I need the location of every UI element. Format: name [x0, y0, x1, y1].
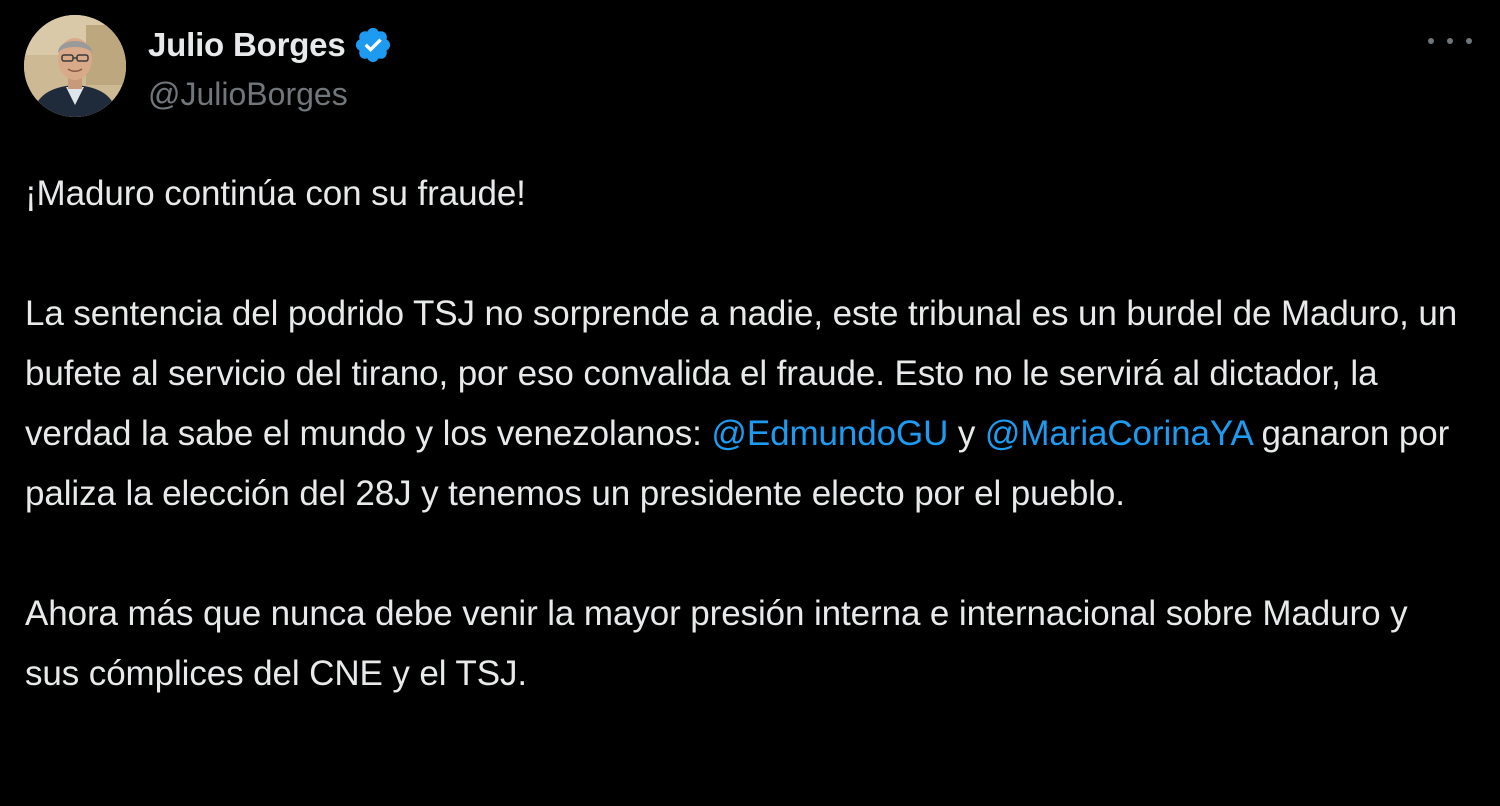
- author-name-row: Julio Borges: [148, 22, 393, 68]
- avatar[interactable]: [24, 15, 126, 117]
- avatar-image: [24, 15, 126, 117]
- tweet-text: ¡Maduro continúa con su fraude! La sente…: [25, 164, 1465, 704]
- mention-link-mariacorinaya[interactable]: @MariaCorinaYA: [985, 414, 1252, 453]
- more-options-icon[interactable]: [1428, 26, 1472, 56]
- author-display-name[interactable]: Julio Borges: [148, 26, 346, 64]
- tweet-paragraph-3: Ahora más que nunca debe venir la mayor …: [25, 594, 1408, 693]
- tweet-paragraph-1: ¡Maduro continúa con su fraude!: [25, 174, 526, 213]
- tweet-text-segment: y: [948, 414, 985, 453]
- tweet-card: Julio Borges @JulioBorges ¡Maduro contin…: [0, 0, 1500, 806]
- more-dot: [1466, 38, 1472, 44]
- verified-badge-icon: [353, 25, 393, 65]
- more-dot: [1428, 38, 1434, 44]
- mention-link-edmundogu[interactable]: @EdmundoGU: [711, 414, 948, 453]
- tweet-paragraph-2: La sentencia del podrido TSJ no sorprend…: [25, 284, 1465, 524]
- more-dot: [1447, 38, 1453, 44]
- author-handle[interactable]: @JulioBorges: [148, 76, 348, 113]
